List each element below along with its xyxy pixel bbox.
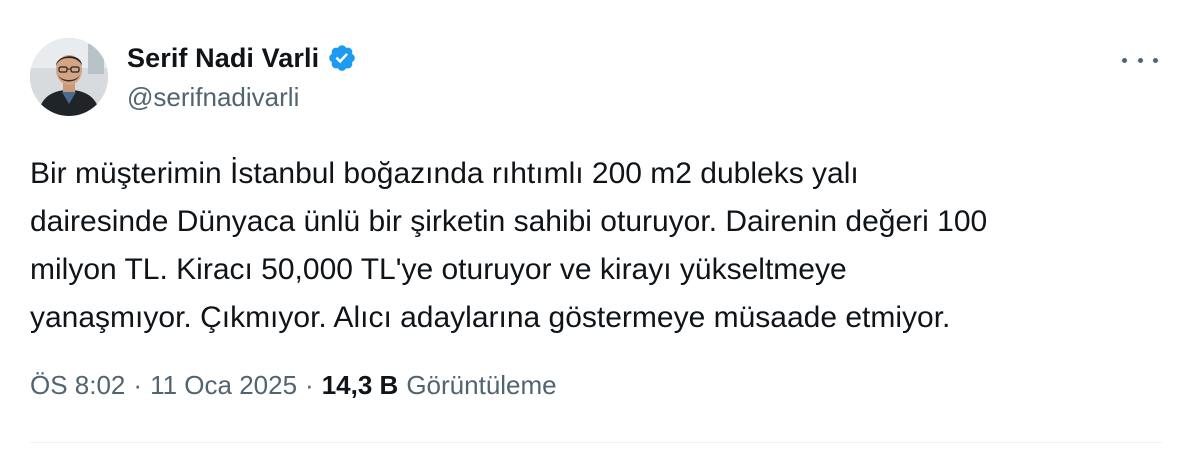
tweet-text: Bir müşterimin İstanbul boğazında rıhtım… [30,157,988,334]
meta-separator: · [305,370,314,400]
avatar[interactable] [30,38,108,116]
tweet-time[interactable]: ÖS 8:02 [30,370,125,401]
author-name-row: Serif Nadi Varli [127,40,357,76]
tweet: Serif Nadi Varli @serifnadivarli Bir müş… [0,0,1196,452]
author-handle[interactable]: @serifnadivarli [127,82,299,113]
more-dot [1153,57,1158,63]
tweet-meta: ÖS 8:02 · 11 Oca 2025 · 14,3 B Görüntüle… [30,370,557,401]
profile-photo-icon [30,38,108,116]
views-count[interactable]: 14,3 B [322,370,399,401]
views-label[interactable]: Görüntüleme [406,370,556,401]
verified-badge-icon[interactable] [327,43,357,73]
more-dot [1137,57,1143,63]
more-options-icon[interactable] [1122,46,1158,74]
more-dot [1122,57,1127,63]
meta-separator: · [133,370,143,400]
author-display-name[interactable]: Serif Nadi Varli [127,43,319,74]
divider [30,442,1162,443]
tweet-date[interactable]: 11 Oca 2025 [150,370,297,401]
